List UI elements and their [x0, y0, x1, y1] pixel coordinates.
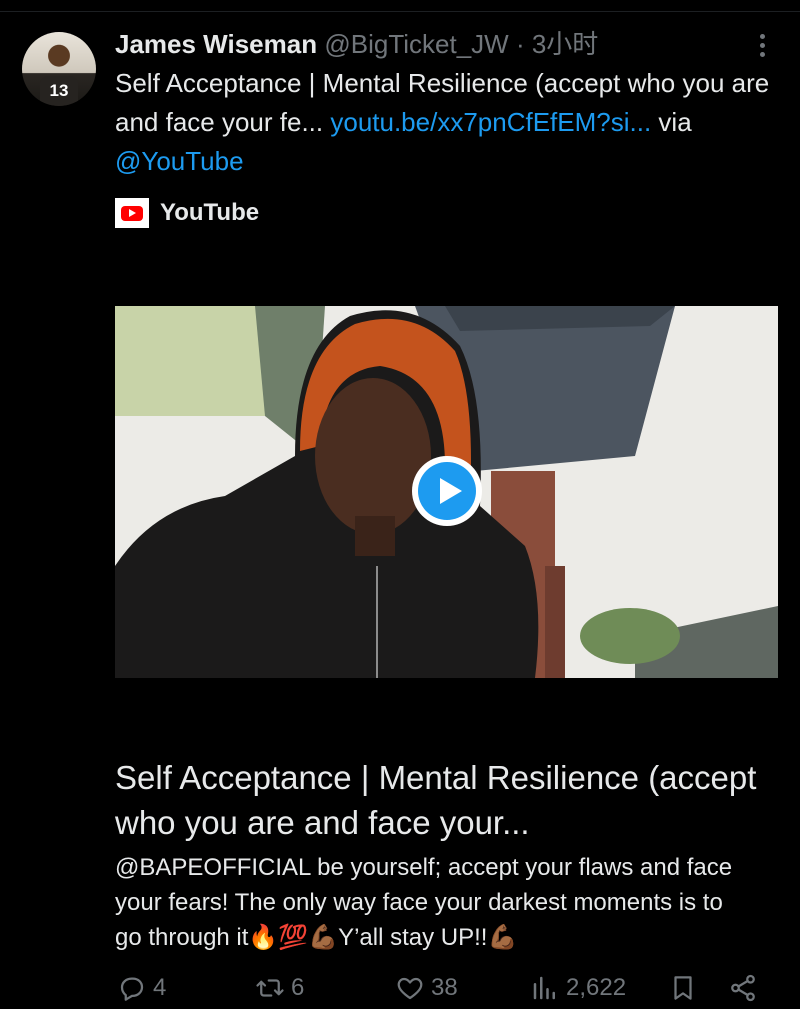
like-count: 38: [431, 974, 458, 1001]
repost-icon: [256, 979, 284, 997]
author-name[interactable]: James Wiseman: [115, 29, 317, 59]
reply-count: 4: [153, 974, 167, 1001]
play-icon[interactable]: [412, 456, 482, 526]
author-handle[interactable]: @BigTicket_JW: [324, 29, 508, 59]
share-button[interactable]: [728, 968, 764, 1008]
reply-icon: [120, 977, 144, 1001]
repost-count: 6: [291, 974, 305, 1001]
divider: [0, 11, 800, 12]
tweet-time[interactable]: 3小时: [532, 29, 598, 59]
bookmark-button[interactable]: [668, 968, 704, 1008]
views-count: 2,622: [566, 974, 627, 1001]
card-source-label: YouTube: [160, 199, 260, 226]
views-icon: [533, 976, 555, 1000]
card-title[interactable]: Self Acceptance | Mental Resilience (acc…: [115, 755, 785, 845]
like-icon: [397, 977, 423, 1000]
avatar[interactable]: 13: [22, 32, 96, 106]
card-description: @BAPEOFFICIAL be yourself; accept your f…: [115, 854, 733, 951]
video-thumbnail[interactable]: [115, 306, 778, 678]
header-separator: ·: [515, 29, 525, 59]
tweet-header: James Wiseman @BigTicket_JW · 3小时: [115, 27, 598, 61]
bookmark-icon: [674, 976, 692, 1000]
tweet-text: Self Acceptance | Mental Resilience (acc…: [115, 64, 785, 181]
tweet-via: via: [651, 107, 692, 137]
avatar-jersey-number: 13: [40, 76, 78, 106]
share-icon: [731, 974, 755, 1002]
more-icon[interactable]: [756, 34, 768, 62]
action-bar: 4 6 38 2,622: [0, 968, 800, 1008]
repost-button[interactable]: 6: [255, 968, 304, 1008]
youtube-icon: [115, 198, 149, 228]
youtube-mention[interactable]: @YouTube: [115, 146, 244, 176]
like-button[interactable]: 38: [395, 968, 458, 1008]
reply-button[interactable]: 4: [117, 968, 166, 1008]
views-button[interactable]: 2,622: [530, 968, 626, 1008]
card-source[interactable]: YouTube: [115, 196, 259, 230]
tweet-link[interactable]: youtu.be/xx7pnCfEfEM?si...: [330, 107, 651, 137]
